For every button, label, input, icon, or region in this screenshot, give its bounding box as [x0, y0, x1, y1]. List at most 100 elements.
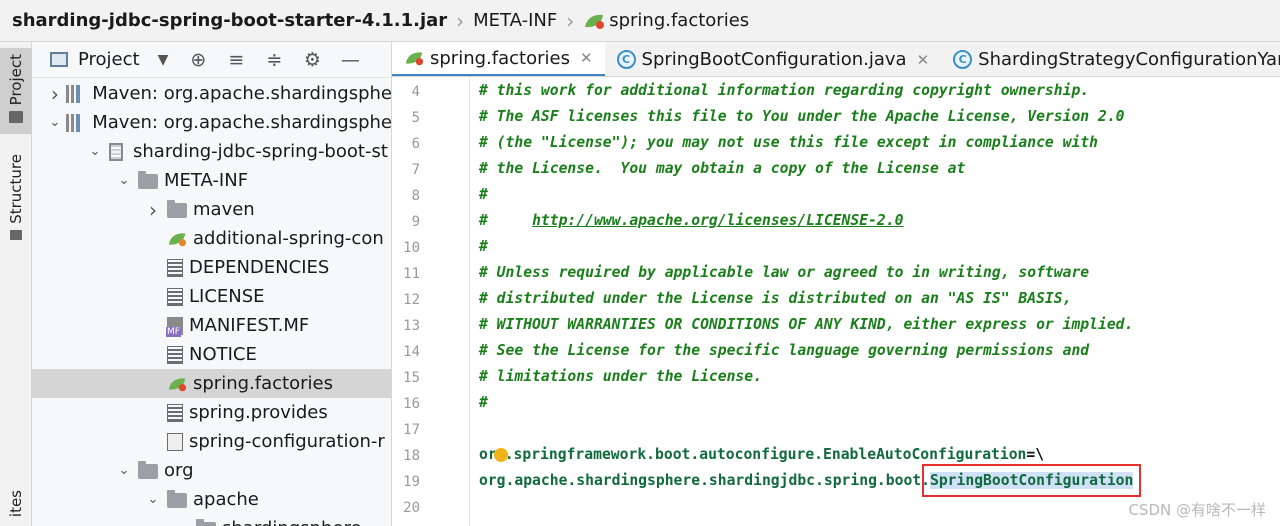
license-link[interactable]: http://www.apache.org/licenses/LICENSE-2… — [532, 212, 903, 229]
line-number: 19 — [403, 474, 420, 490]
favorites-tool-label: ites — [7, 490, 25, 518]
tree-item[interactable]: DEPENDENCIES — [32, 253, 391, 282]
tree-item-label: spring.provides — [189, 402, 328, 423]
code-line[interactable]: # Unless required by applicable law or a… — [479, 264, 1089, 281]
folder-icon — [9, 111, 23, 124]
line-number-gutter: 4 5 6 7 8 9 10 11 12 13 14 15 16 17 18 19 20 — [392, 78, 470, 526]
tab-springbootconfiguration[interactable]: C SpringBootConfiguration.java ✕ — [605, 42, 942, 76]
tree-item[interactable]: ⌄ META-INF — [32, 166, 391, 195]
tree-item-label: MANIFEST.MF — [189, 315, 310, 336]
class-c-icon: C — [616, 50, 636, 69]
chevron-right-icon: › — [566, 8, 575, 33]
tree-item[interactable]: spring.factories — [32, 369, 391, 398]
property-separator: =\ — [1026, 446, 1045, 463]
chevron-down-icon[interactable]: ⌄ — [174, 521, 190, 526]
code-line[interactable]: # — [479, 186, 488, 203]
chevron-down-icon[interactable]: ▼ — [158, 52, 169, 68]
text-file-icon — [167, 258, 183, 277]
structure-tool-button[interactable]: Structure — [0, 154, 32, 254]
project-tool-label: Project — [7, 54, 25, 106]
chevron-right-icon[interactable]: › — [49, 82, 60, 106]
text-file-icon — [167, 403, 183, 422]
tab-spring-factories[interactable]: spring.factories ✕ — [392, 42, 605, 76]
tree-item[interactable]: spring-configuration-r — [32, 427, 391, 456]
tab-label: spring.factories — [430, 47, 570, 69]
line-number: 16 — [403, 396, 420, 412]
tree-item-label: sharding-jdbc-spring-boot-st — [133, 141, 388, 162]
expand-all-icon[interactable]: ≡ — [224, 49, 248, 71]
tab-label: SpringBootConfiguration.java — [641, 49, 907, 70]
code-line[interactable]: # http://www.apache.org/licenses/LICENSE… — [479, 212, 903, 229]
code-line[interactable]: # distributed under the License is distr… — [479, 290, 1071, 307]
line-number: 14 — [403, 344, 420, 360]
breadcrumb-file[interactable]: spring.factories — [583, 10, 749, 31]
line-number: 7 — [411, 162, 420, 178]
tree-item-label: Maven: org.apache.shardingsphe — [92, 112, 392, 133]
project-panel-title[interactable]: Project — [78, 49, 140, 70]
spring-config-icon — [167, 230, 187, 248]
code-line[interactable]: # limitations under the License. — [479, 368, 762, 385]
code-line[interactable]: # the License. You may obtain a copy of … — [479, 160, 965, 177]
tree-item[interactable]: ⌄ Maven: org.apache.shardingsphe — [32, 108, 392, 137]
tree-item[interactable]: spring.provides — [32, 398, 391, 427]
tree-item-label: DEPENDENCIES — [189, 257, 330, 278]
tree-item[interactable]: ⌄ org — [32, 456, 391, 485]
close-icon[interactable]: ✕ — [917, 51, 930, 69]
comment-text: # See the License for the specific langu… — [479, 342, 1090, 359]
structure-tool-label: Structure — [7, 154, 25, 224]
chevron-down-icon[interactable]: ⌄ — [116, 463, 132, 478]
chevron-right-icon: › — [456, 8, 465, 33]
code-line[interactable]: # this work for additional information r… — [479, 82, 1089, 99]
code-line[interactable]: # — [479, 238, 488, 255]
close-icon[interactable]: ✕ — [580, 49, 593, 67]
highlighted-class-name[interactable]: SpringBootConfiguration — [921, 464, 1142, 497]
text-file-icon — [167, 345, 183, 364]
line-number: 13 — [403, 318, 420, 334]
code-line[interactable]: or .springframework.boot.autoconfigure.En… — [479, 446, 1044, 463]
project-panel-header: Project ▼ ⊕ ≡ ≑ ⚙ — — [32, 42, 391, 78]
project-tool-button[interactable]: Project — [0, 48, 32, 134]
code-editor[interactable]: # this work for additional information r… — [471, 78, 1280, 526]
code-line[interactable]: # WITHOUT WARRANTIES OR CONDITIONS OF AN… — [479, 316, 1133, 333]
tree-item-label: org — [164, 460, 194, 481]
tree-item[interactable]: additional-spring-con — [32, 224, 391, 253]
chevron-down-icon[interactable]: ⌄ — [116, 173, 132, 188]
tree-item[interactable]: LICENSE — [32, 282, 391, 311]
settings-gear-icon[interactable]: ⚙ — [300, 49, 324, 71]
code-line[interactable]: # — [479, 394, 488, 411]
code-line[interactable]: # The ASF licenses this file to You unde… — [479, 108, 1125, 125]
line-number: 9 — [411, 214, 420, 230]
comment-text: # — [479, 238, 488, 255]
code-line[interactable]: org.apache.shardingsphere.shardingjdbc.s… — [479, 464, 1142, 497]
tab-shardingstrategy[interactable]: C ShardingStrategyConfigurationYamlSwa — [941, 42, 1280, 76]
manifest-icon — [166, 316, 183, 337]
tree-item[interactable]: ⌄ apache — [32, 485, 391, 514]
chevron-down-icon[interactable]: ⌄ — [87, 144, 103, 159]
tree-item[interactable]: › Maven: org.apache.shardingsphe — [32, 79, 391, 108]
comment-text: # (the "License"); you may not use this … — [479, 134, 1098, 151]
tool-window-stripe: Project Structure ites — [0, 42, 32, 526]
breadcrumb: sharding-jdbc-spring-boot-starter-4.1.1.… — [0, 0, 1280, 42]
tree-item[interactable]: MANIFEST.MF — [32, 311, 391, 340]
code-line[interactable]: # (the "License"); you may not use this … — [479, 134, 1098, 151]
tree-item[interactable]: ⌄ sharding-jdbc-spring-boot-st — [32, 137, 391, 166]
tree-item[interactable]: › maven — [32, 195, 391, 224]
line-number: 5 — [411, 110, 420, 126]
locate-icon[interactable]: ⊕ — [186, 49, 210, 71]
collapse-all-icon[interactable]: ≑ — [262, 49, 286, 71]
chevron-down-icon[interactable]: ⌄ — [145, 492, 161, 507]
project-view-icon — [50, 52, 68, 67]
line-number: 12 — [403, 292, 420, 308]
comment-text: # — [479, 394, 488, 411]
code-line[interactable]: # See the License for the specific langu… — [479, 342, 1089, 359]
class-c-icon: C — [953, 50, 973, 69]
breadcrumb-jar[interactable]: sharding-jdbc-spring-boot-starter-4.1.1.… — [12, 10, 447, 31]
chevron-right-icon[interactable]: › — [145, 198, 161, 222]
favorites-tool-button[interactable]: ites — [0, 490, 32, 526]
comment-text: # WITHOUT WARRANTIES OR CONDITIONS OF AN… — [479, 316, 1134, 333]
breadcrumb-meta-inf[interactable]: META-INF — [473, 10, 557, 31]
tree-item[interactable]: NOTICE — [32, 340, 391, 369]
tree-item[interactable]: ⌄ shardingsphere — [32, 514, 391, 526]
hide-panel-icon[interactable]: — — [338, 49, 362, 71]
chevron-down-icon[interactable]: ⌄ — [49, 115, 60, 130]
